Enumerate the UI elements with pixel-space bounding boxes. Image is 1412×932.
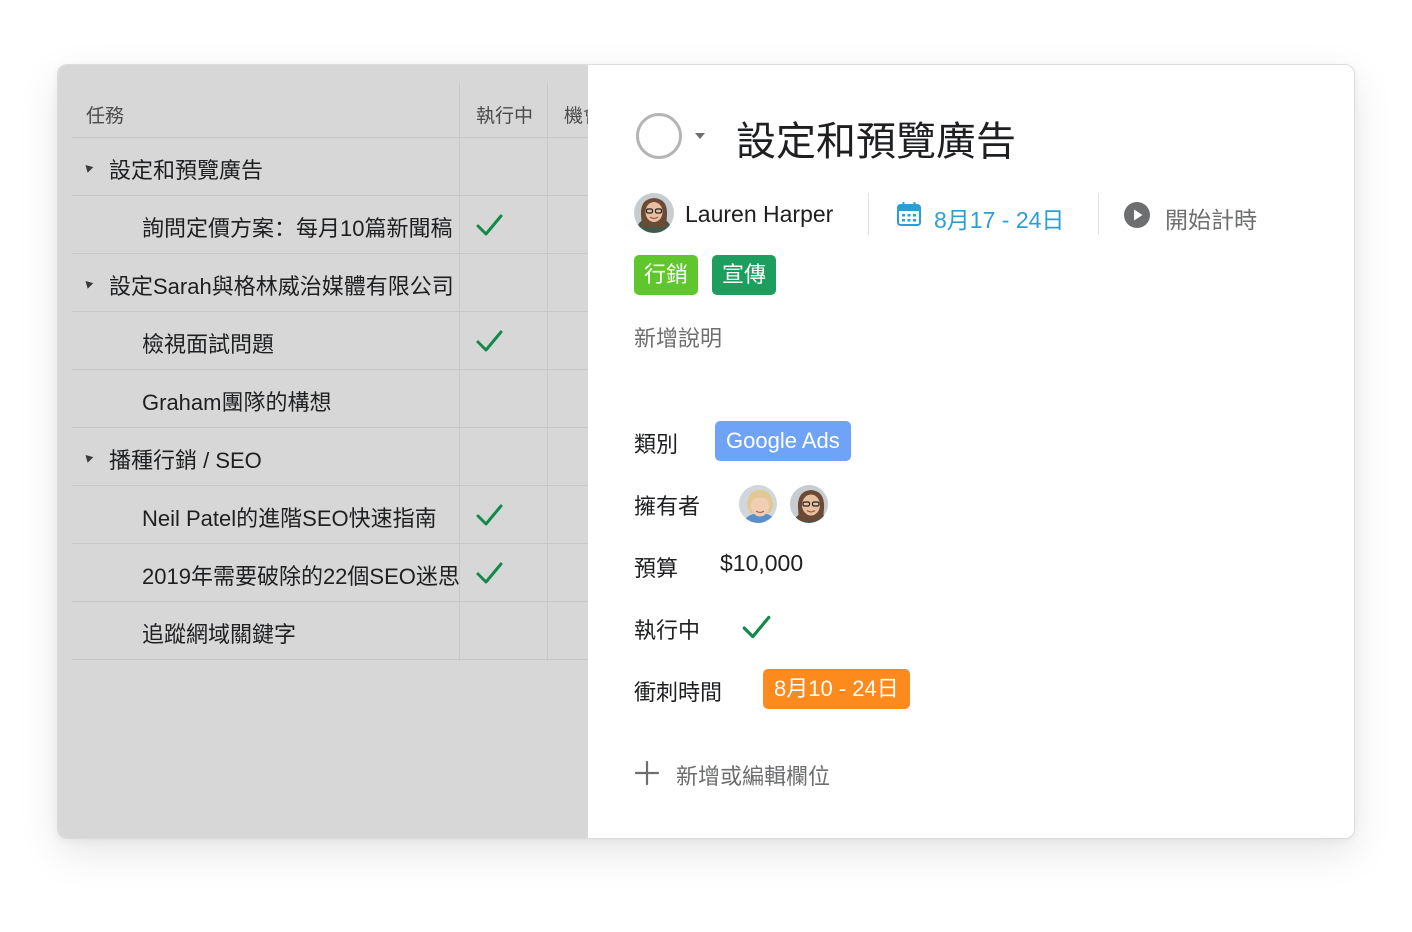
checkmark-icon[interactable] [474,210,504,240]
start-timer-button[interactable]: 開始計時 [1165,201,1257,235]
plus-icon [634,760,660,786]
field-label-sprint: 衝刺時間 [634,680,723,705]
description-field[interactable]: 新增說明 [634,321,722,353]
table-header: 任務 執行中 機會 [72,83,588,138]
app-window: 任務 執行中 機會 設定和預覽廣告詢問定價方案：每月10篇新聞稿設定Sarah與… [57,64,1355,839]
task-meta-row: Lauren Harper 8月17 - 24日 開始計時 [634,193,1334,237]
divider [868,193,869,235]
section-name[interactable]: 播種行銷 / SEO [109,443,460,475]
task-detail-pane: 設定和預覽廣告 Lauren Harper 8月17 - 24日 開始計時 行銷… [588,65,1354,838]
header-opportunity[interactable]: 機會 [564,101,588,128]
task-table: 任務 執行中 機會 設定和預覽廣告詢問定價方案：每月10篇新聞稿設定Sarah與… [58,65,588,838]
checkmark-icon[interactable] [474,326,504,356]
section-name[interactable]: 設定Sarah與格林威治媒體有限公司 [109,269,460,301]
budget-value[interactable]: $10,000 [720,550,803,577]
tag-marketing[interactable]: 行銷 [634,255,699,295]
table-row[interactable]: Neil Patel的進階SEO快速指南 [72,486,588,544]
table-row[interactable]: Graham團隊的構想 [72,370,588,428]
field-label-owners: 擁有者 [634,494,701,519]
table-row[interactable]: 追蹤網域關鍵字 [72,602,588,660]
sprint-value[interactable]: 8月10 - 24日 [763,669,910,709]
table-row[interactable]: 2019年需要破除的22個SEO迷思 [72,544,588,602]
chevron-down-icon[interactable] [695,133,705,139]
collapse-caret-icon[interactable] [82,278,94,289]
divider [1098,193,1099,235]
table-row[interactable]: 檢視面試問題 [72,312,588,370]
tag-promotion[interactable]: 宣傳 [712,255,777,295]
task-name[interactable]: Graham團隊的構想 [142,385,460,417]
task-name[interactable]: 2019年需要破除的22個SEO迷思 [142,559,460,591]
field-label-active: 執行中 [634,618,701,643]
header-task[interactable]: 任務 [86,101,124,128]
field-label-budget: 預算 [634,556,679,581]
task-name[interactable]: 檢視面試問題 [142,327,460,359]
checkmark-icon[interactable] [740,611,772,643]
section-row[interactable]: 設定和預覽廣告 [72,138,588,196]
calendar-icon[interactable] [896,201,922,227]
complete-task-button[interactable] [636,113,682,159]
assignee-name[interactable]: Lauren Harper [685,201,833,228]
section-name[interactable]: 設定和預覽廣告 [109,153,460,185]
header-active[interactable]: 執行中 [476,101,533,128]
add-field-button[interactable]: 新增或編輯欄位 [634,755,894,791]
collapse-caret-icon[interactable] [82,452,94,463]
due-date[interactable]: 8月17 - 24日 [934,201,1064,235]
section-row[interactable]: 播種行銷 / SEO [72,428,588,486]
checkmark-icon[interactable] [474,558,504,588]
avatar[interactable] [634,193,674,233]
task-title[interactable]: 設定和預覽廣告 [736,109,1016,167]
avatar[interactable] [737,483,779,525]
play-icon[interactable] [1123,201,1151,229]
task-name[interactable]: 詢問定價方案：每月10篇新聞稿 [142,211,460,243]
task-name[interactable]: Neil Patel的進階SEO快速指南 [142,501,460,533]
add-field-label: 新增或編輯欄位 [676,764,831,789]
section-row[interactable]: 設定Sarah與格林威治媒體有限公司 [72,254,588,312]
avatar[interactable] [788,483,830,525]
table-row[interactable]: 詢問定價方案：每月10篇新聞稿 [72,196,588,254]
checkmark-icon[interactable] [474,500,504,530]
task-name[interactable]: 追蹤網域關鍵字 [142,617,460,649]
category-value[interactable]: Google Ads [715,421,851,461]
field-label-category: 類別 [634,432,679,457]
collapse-caret-icon[interactable] [82,162,94,173]
